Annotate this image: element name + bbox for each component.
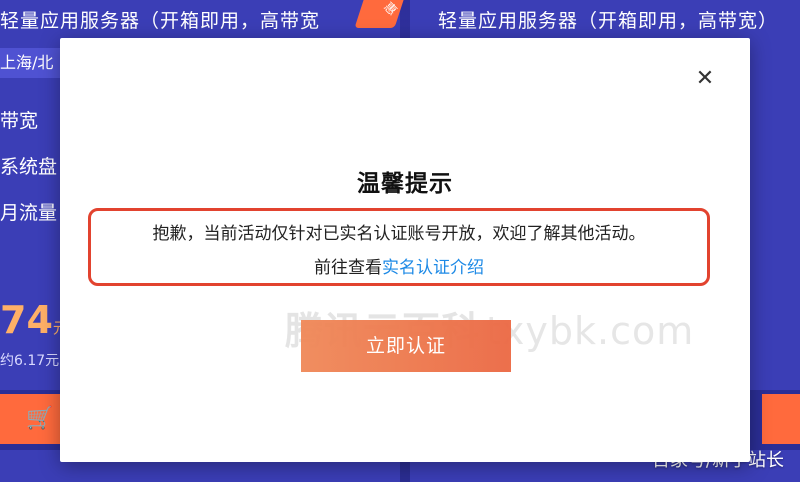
notice-dialog: ✕ 温馨提示 抱歉，当前活动仅针对已实名认证账号开放，欢迎了解其他活动。 前往查… (60, 38, 750, 462)
spec-bandwidth: 带宽 (0, 110, 39, 132)
message-link-prefix: 前往查看 (314, 258, 382, 278)
product-title-right: 轻量应用服务器（开箱即用，高带宽） (438, 10, 779, 32)
message-link-line: 前往查看实名认证介绍 (91, 253, 707, 278)
real-name-auth-link[interactable]: 实名认证介绍 (382, 258, 484, 278)
spec-system-disk: 系统盘 (0, 156, 58, 178)
price-number: 74 (0, 298, 53, 342)
product-title: 轻量应用服务器（开箱即用，高带宽 (0, 10, 321, 32)
dialog-title: 温馨提示 (357, 171, 453, 197)
verify-now-button[interactable]: 立即认证 (301, 320, 511, 372)
spec-monthly-traffic: 月流量 (0, 202, 58, 224)
buy-button-right[interactable] (762, 394, 800, 444)
message-text: 抱歉，当前活动仅针对已实名认证账号开放，欢迎了解其他活动。 (152, 224, 646, 244)
discount-ribbon: 惠 (354, 0, 406, 28)
ribbon-label: 惠 (381, 0, 400, 19)
message-highlight-box: 抱歉，当前活动仅针对已实名认证账号开放，欢迎了解其他活动。 前往查看实名认证介绍 (88, 208, 710, 286)
price-per-month: 约6.17元 (0, 353, 60, 369)
cart-icon: 🛒 (26, 406, 54, 431)
close-icon[interactable]: ✕ (694, 68, 716, 90)
watermark-en: txybk.com (486, 309, 695, 353)
price-value: 74元 (0, 298, 68, 342)
